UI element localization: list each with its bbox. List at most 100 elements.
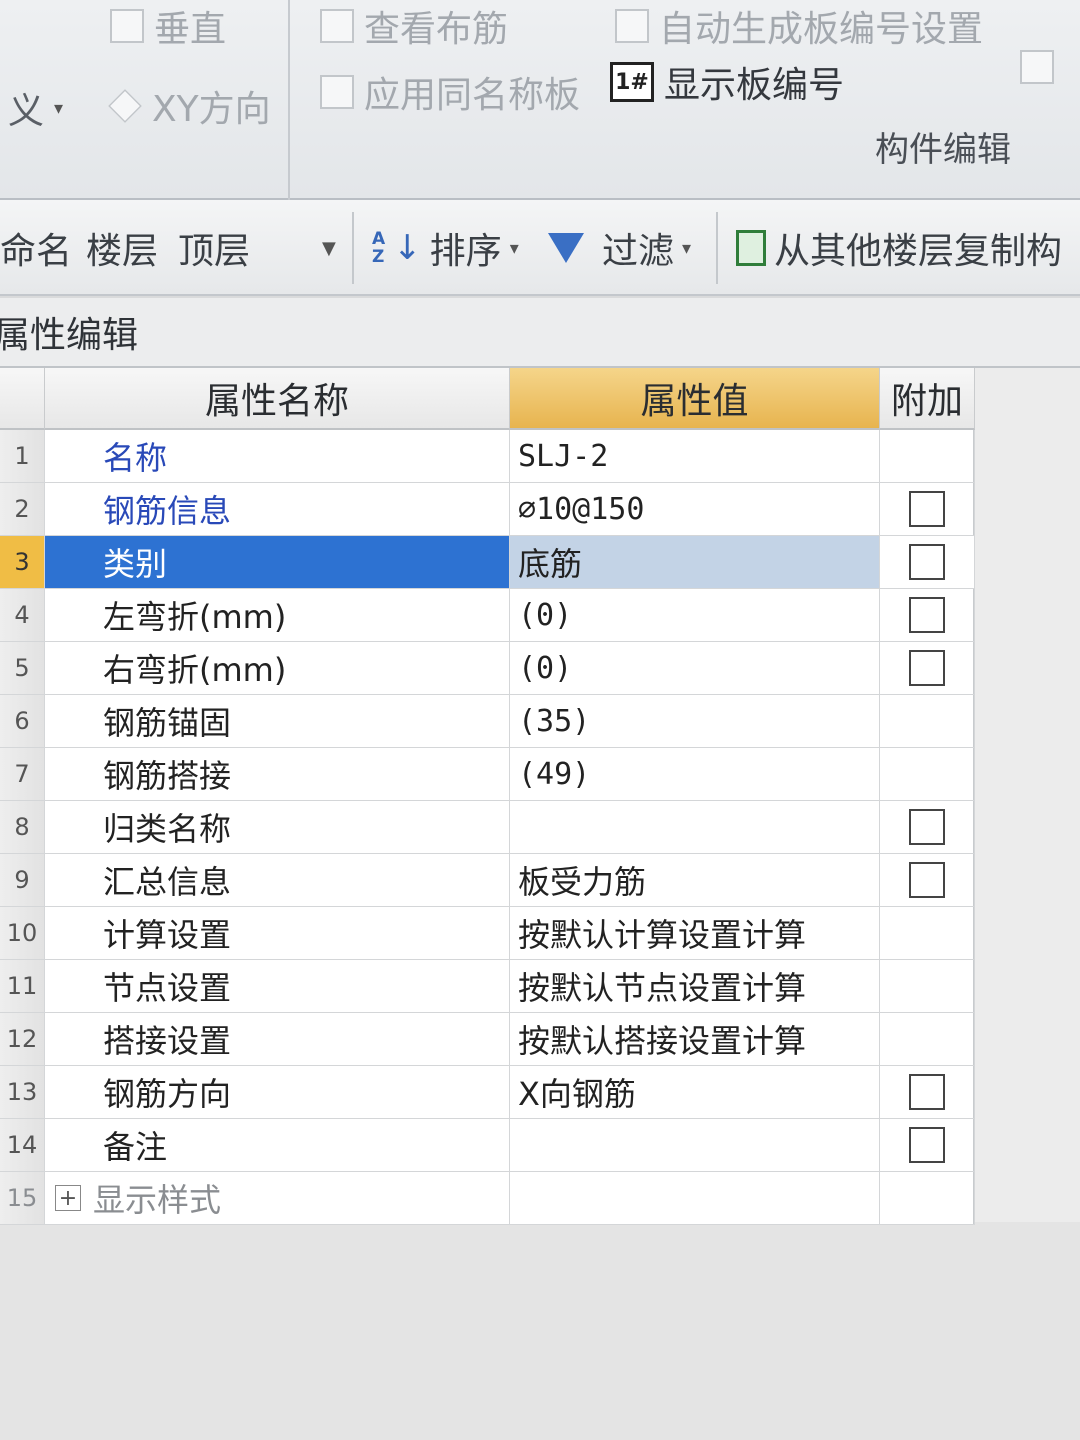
row-number-header [0, 368, 45, 430]
sort-arrow-icon: ↓ [393, 228, 422, 268]
extra-checkbox[interactable] [909, 1074, 945, 1110]
extra-cell [880, 1172, 975, 1225]
panel-title: 属性编辑 [0, 298, 1080, 368]
property-name: 节点设置 [45, 960, 510, 1013]
table-row[interactable]: 14 备注 [0, 1119, 975, 1172]
property-value[interactable]: SLJ-2 [510, 430, 880, 483]
extra-checkbox[interactable] [909, 544, 945, 580]
column-header-value[interactable]: 属性值 [510, 368, 880, 430]
table-row[interactable]: 15 + 显示样式 [0, 1172, 975, 1225]
table-row[interactable]: 12 搭接设置 按默认搭接设置计算 [0, 1013, 975, 1066]
rename-button[interactable]: 命名 [0, 200, 72, 296]
table-row[interactable]: 7 钢筋搭接 (49) [0, 748, 975, 801]
show-board-number-button[interactable]: 1# 显示板编号 [610, 56, 844, 108]
auto-number-button[interactable]: 自动生成板编号设置 [615, 0, 983, 52]
more-tool-button[interactable] [1020, 50, 1054, 84]
filter-button[interactable]: 过滤 ▾ [548, 200, 691, 296]
table-row[interactable]: 3 类别 底筋 [0, 536, 975, 589]
row-number: 2 [0, 483, 45, 536]
property-value[interactable]: 底筋 [510, 536, 880, 589]
property-value[interactable]: (0) [510, 642, 880, 695]
property-name: 钢筋搭接 [45, 748, 510, 801]
tool-icon [1020, 50, 1054, 84]
table-row[interactable]: 5 右弯折(mm) (0) [0, 642, 975, 695]
table-row[interactable]: 4 左弯折(mm) (0) [0, 589, 975, 642]
xy-direction-icon [108, 89, 142, 123]
property-value[interactable]: (49) [510, 748, 880, 801]
table-row[interactable]: 8 归类名称 [0, 801, 975, 854]
xy-direction-button[interactable]: XY方向 [108, 80, 271, 132]
view-rebar-icon [320, 9, 354, 43]
property-value[interactable]: 按默认节点设置计算 [510, 960, 880, 1013]
filter-icon [548, 233, 584, 263]
property-value[interactable] [510, 1172, 880, 1225]
row-number: 3 [0, 536, 45, 589]
extra-cell [880, 483, 975, 536]
apply-same-name-button[interactable]: 应用同名称板 [320, 66, 580, 118]
grid-header: 属性名称 属性值 附加 [0, 368, 975, 430]
property-name: 左弯折(mm) [45, 589, 510, 642]
row-number: 12 [0, 1013, 45, 1066]
table-row[interactable]: 10 计算设置 按默认计算设置计算 [0, 907, 975, 960]
property-value[interactable] [510, 1119, 880, 1172]
vertical-icon [110, 9, 144, 43]
column-header-extra[interactable]: 附加 [880, 368, 975, 430]
row-number: 11 [0, 960, 45, 1013]
property-name: 名称 [45, 430, 510, 483]
view-rebar-button[interactable]: 查看布筋 [320, 0, 508, 52]
chevron-down-icon: ▼ [322, 237, 336, 259]
extra-checkbox[interactable] [909, 597, 945, 633]
property-value[interactable]: 板受力筋 [510, 854, 880, 907]
extra-cell [880, 1066, 975, 1119]
row-number: 14 [0, 1119, 45, 1172]
toolbar: 命名 楼层 顶层 ▼ AZ ↓ 排序 ▾ 过滤 ▾ 从其他楼层复制构 [0, 200, 1080, 296]
property-name: 钢筋信息 [45, 483, 510, 536]
extra-checkbox[interactable] [909, 650, 945, 686]
row-number: 7 [0, 748, 45, 801]
row-number: 1 [0, 430, 45, 483]
chevron-down-icon: ▾ [509, 237, 519, 259]
extra-cell [880, 748, 975, 801]
extra-cell [880, 960, 975, 1013]
sort-button[interactable]: AZ ↓ 排序 ▾ [372, 200, 519, 296]
property-name: 搭接设置 [45, 1013, 510, 1066]
property-value[interactable]: ⌀10@150 [510, 483, 880, 536]
extra-cell [880, 536, 975, 589]
extra-checkbox[interactable] [909, 491, 945, 527]
property-name: 类别 [45, 536, 510, 589]
table-row[interactable]: 2 钢筋信息 ⌀10@150 [0, 483, 975, 536]
toolbar-divider [716, 212, 718, 284]
toolbar-divider [352, 212, 354, 284]
property-value[interactable] [510, 801, 880, 854]
copy-from-floor-button[interactable]: 从其他楼层复制构 [736, 200, 1062, 296]
row-number: 4 [0, 589, 45, 642]
property-value[interactable]: 按默认计算设置计算 [510, 907, 880, 960]
extra-checkbox[interactable] [909, 809, 945, 845]
property-name: 归类名称 [45, 801, 510, 854]
floor-select[interactable]: 顶层 ▼ [178, 200, 336, 296]
extra-checkbox[interactable] [909, 862, 945, 898]
row-number: 8 [0, 801, 45, 854]
vertical-button[interactable]: 垂直 [110, 0, 226, 52]
extra-checkbox[interactable] [909, 1127, 945, 1163]
table-row[interactable]: 9 汇总信息 板受力筋 [0, 854, 975, 907]
extra-cell [880, 695, 975, 748]
property-value[interactable]: (0) [510, 589, 880, 642]
table-row[interactable]: 6 钢筋锚固 (35) [0, 695, 975, 748]
table-row[interactable]: 11 节点设置 按默认节点设置计算 [0, 960, 975, 1013]
define-button[interactable]: 义 ▾ [8, 82, 63, 134]
property-value[interactable]: (35) [510, 695, 880, 748]
apply-same-name-icon [320, 75, 354, 109]
copy-icon [736, 230, 766, 266]
expand-icon[interactable]: + [55, 1185, 81, 1211]
table-row[interactable]: 13 钢筋方向 X向钢筋 [0, 1066, 975, 1119]
property-name: 备注 [45, 1119, 510, 1172]
property-grid: 属性名称 属性值 附加 1 名称 SLJ-2 2 钢筋信息 ⌀10@150 3 … [0, 368, 975, 1225]
property-value[interactable]: X向钢筋 [510, 1066, 880, 1119]
property-name: 钢筋锚固 [45, 695, 510, 748]
table-row[interactable]: 1 名称 SLJ-2 [0, 430, 975, 483]
row-number: 9 [0, 854, 45, 907]
column-header-name[interactable]: 属性名称 [45, 368, 510, 430]
extra-cell [880, 589, 975, 642]
property-value[interactable]: 按默认搭接设置计算 [510, 1013, 880, 1066]
